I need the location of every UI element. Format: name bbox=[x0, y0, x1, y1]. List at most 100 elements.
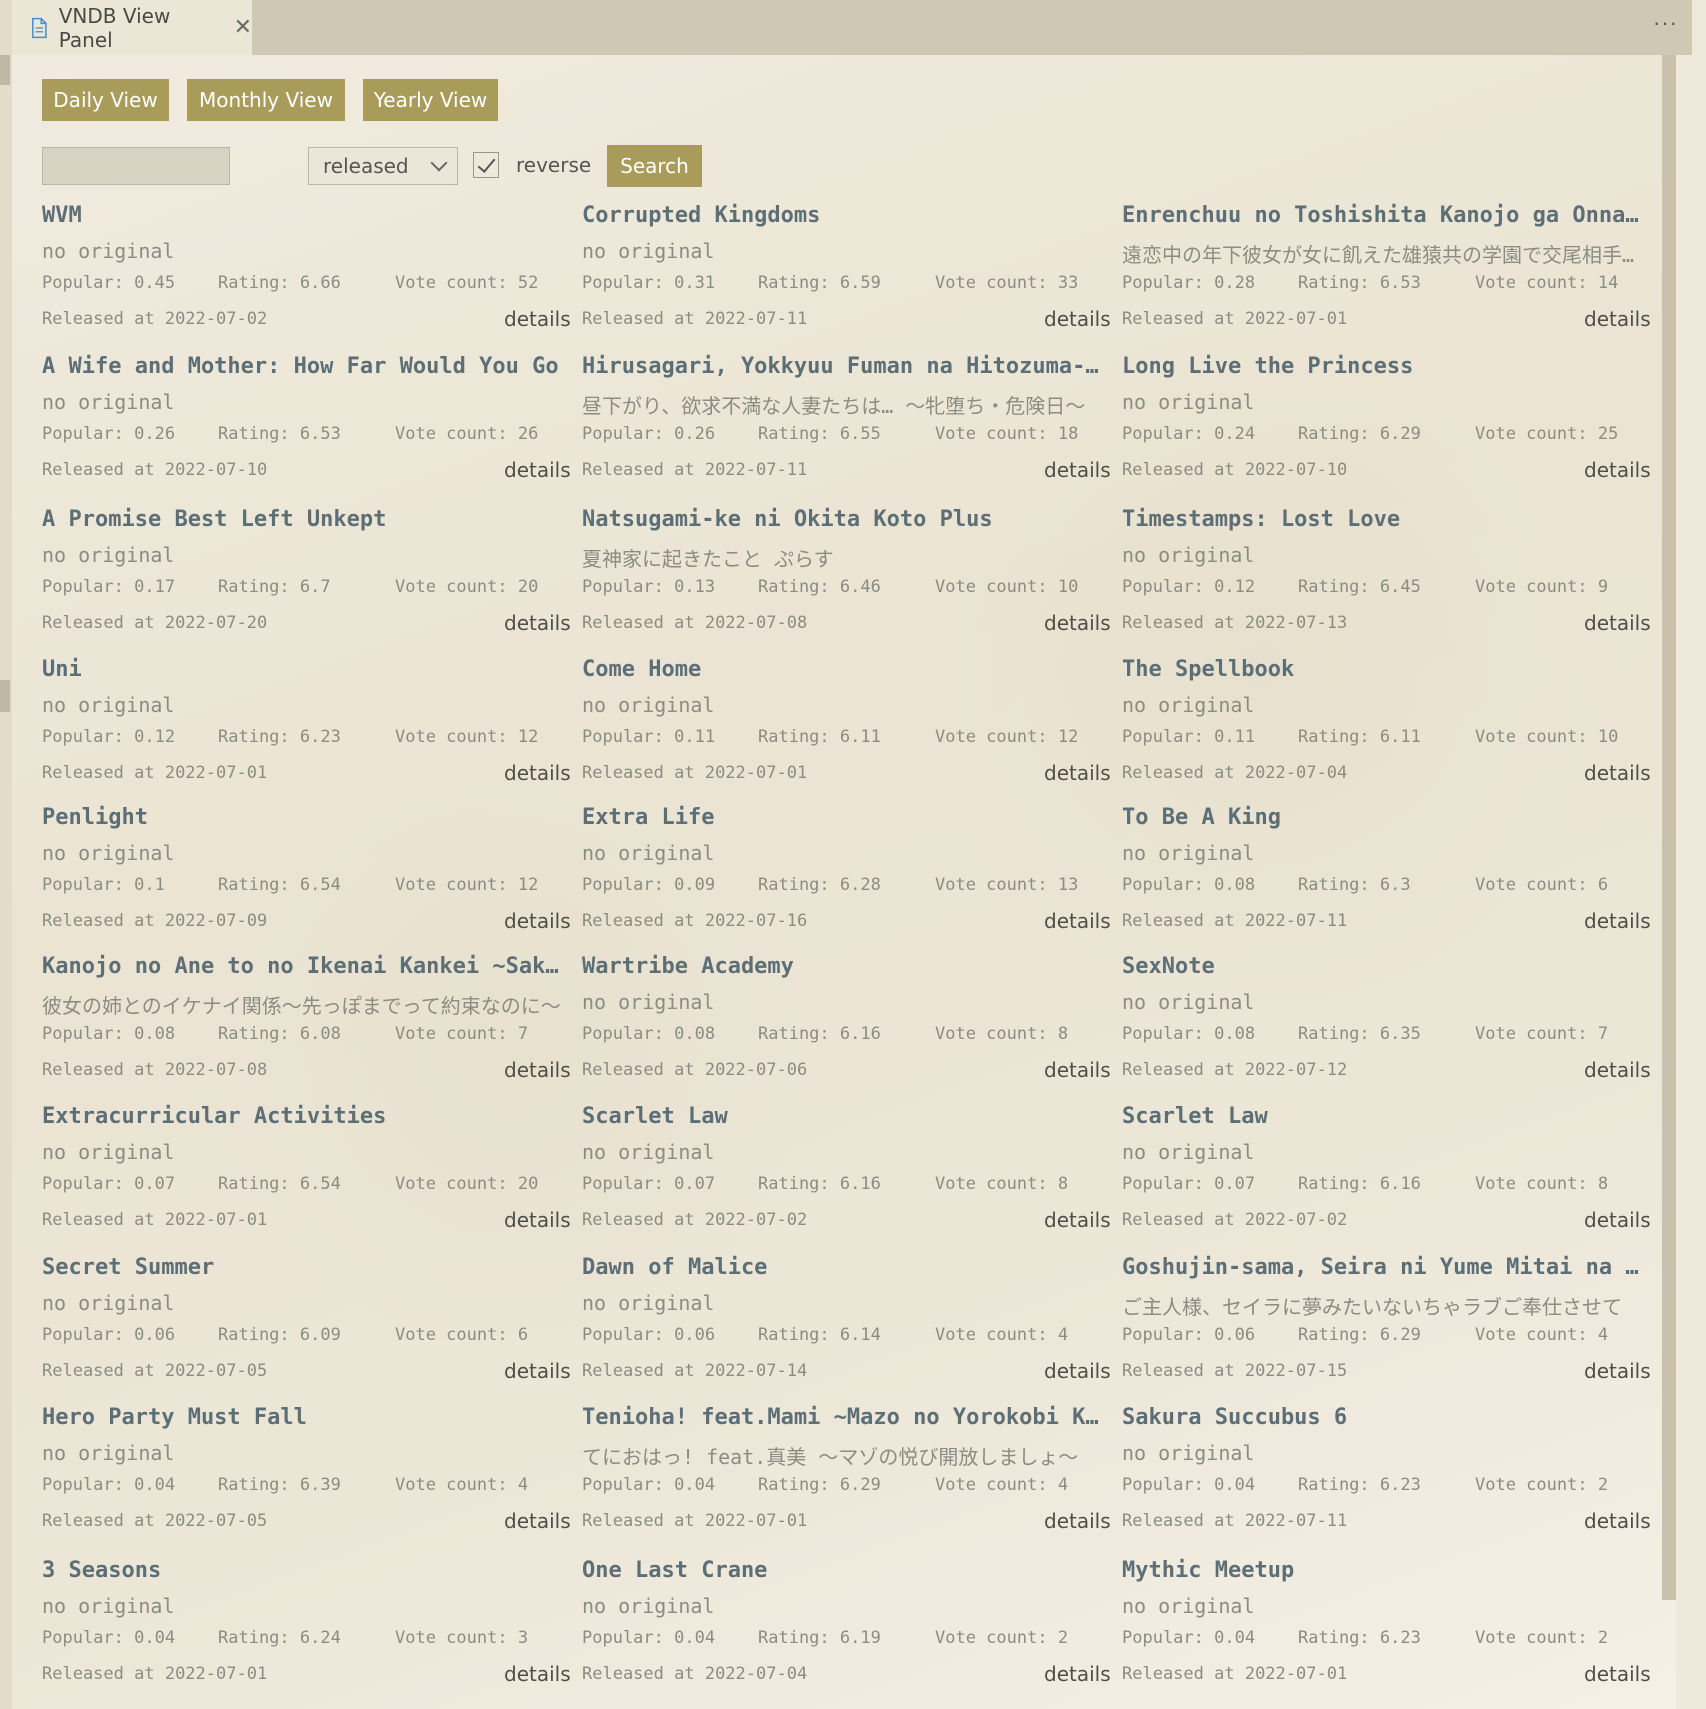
release-date-value: 2022-07-13 bbox=[1244, 613, 1348, 633]
vn-original-title: no original bbox=[1122, 990, 1255, 1014]
daily-view-button[interactable]: Daily View bbox=[42, 79, 169, 121]
close-icon[interactable]: ✕ bbox=[234, 16, 252, 39]
monthly-view-button[interactable]: Monthly View bbox=[187, 79, 345, 121]
vote-count-stat: Vote count: 18 bbox=[935, 424, 1079, 444]
vote-count-stat: Vote count: 2 bbox=[935, 1628, 1069, 1648]
yearly-view-button[interactable]: Yearly View bbox=[363, 79, 498, 121]
details-link[interactable]: details bbox=[1584, 1058, 1651, 1082]
vn-stats: Popular: 0.12 Rating: 6.45 Vote count: 9 bbox=[1122, 577, 1608, 597]
vn-title[interactable]: SexNote bbox=[1122, 954, 1642, 979]
details-link[interactable]: details bbox=[1584, 1359, 1651, 1383]
details-link[interactable]: details bbox=[1584, 458, 1651, 482]
details-link[interactable]: details bbox=[504, 761, 571, 785]
vn-title[interactable]: Long Live the Princess bbox=[1122, 354, 1642, 379]
details-link[interactable]: details bbox=[1044, 1208, 1111, 1232]
details-link[interactable]: details bbox=[1584, 1509, 1651, 1533]
vn-title[interactable]: Enrenchuu no Toshishita Kanojo ga Onna n… bbox=[1122, 203, 1642, 228]
vn-title[interactable]: Extra Life bbox=[582, 805, 1102, 830]
vn-title[interactable]: Extracurricular Activities bbox=[42, 1104, 562, 1129]
details-link[interactable]: details bbox=[504, 307, 571, 331]
vn-title[interactable]: Uni bbox=[42, 657, 562, 682]
vote-count-value: 3 bbox=[517, 1628, 529, 1648]
vn-title[interactable]: Hero Party Must Fall bbox=[42, 1405, 562, 1430]
details-link[interactable]: details bbox=[504, 1359, 571, 1383]
vn-title[interactable]: A Wife and Mother: How Far Would You Go bbox=[42, 354, 562, 379]
details-link[interactable]: details bbox=[1584, 761, 1651, 785]
vn-title[interactable]: WVM bbox=[42, 203, 562, 228]
details-link[interactable]: details bbox=[1044, 307, 1111, 331]
details-link[interactable]: details bbox=[1044, 909, 1111, 933]
rating-stat: Rating: 6.23 bbox=[1298, 1475, 1421, 1495]
vn-original-title: no original bbox=[42, 1291, 175, 1315]
vn-title[interactable]: Tenioha! feat.Mami ~Mazo no Yorokobi Kai… bbox=[582, 1405, 1102, 1430]
popular-stat: Popular: 0.09 bbox=[582, 875, 716, 895]
popular-stat: Popular: 0.26 bbox=[582, 424, 716, 444]
details-link[interactable]: details bbox=[1044, 458, 1111, 482]
vote-count-stat: Vote count: 14 bbox=[1475, 273, 1619, 293]
reverse-checkbox[interactable] bbox=[473, 152, 499, 178]
popular-stat: Popular: 0.04 bbox=[582, 1628, 716, 1648]
rating-value: 6.29 bbox=[1379, 1325, 1421, 1345]
details-link[interactable]: details bbox=[504, 458, 571, 482]
vn-title[interactable]: Sakura Succubus 6 bbox=[1122, 1405, 1642, 1430]
vn-title[interactable]: To Be A King bbox=[1122, 805, 1642, 830]
vn-original-title: no original bbox=[582, 239, 715, 263]
vn-title[interactable]: Penlight bbox=[42, 805, 562, 830]
vn-title[interactable]: Scarlet Law bbox=[1122, 1104, 1642, 1129]
details-link[interactable]: details bbox=[504, 909, 571, 933]
vote-count-value: 10 bbox=[1057, 577, 1079, 597]
vn-title[interactable]: Scarlet Law bbox=[582, 1104, 1102, 1129]
vn-title[interactable]: Secret Summer bbox=[42, 1255, 562, 1280]
release-date: Released at 2022-07-02 bbox=[582, 1210, 808, 1230]
vn-title[interactable]: Corrupted Kingdoms bbox=[582, 203, 1102, 228]
vn-title[interactable]: Hirusagari, Yokkyuu Fuman na Hitozuma-ta… bbox=[582, 354, 1102, 379]
details-link[interactable]: details bbox=[504, 1662, 571, 1686]
details-link[interactable]: details bbox=[1044, 611, 1111, 635]
vn-title[interactable]: Dawn of Malice bbox=[582, 1255, 1102, 1280]
details-link[interactable]: details bbox=[1044, 1359, 1111, 1383]
vn-original-title: no original bbox=[1122, 390, 1255, 414]
vote-count-value: 14 bbox=[1597, 273, 1619, 293]
vn-title[interactable]: Wartribe Academy bbox=[582, 954, 1102, 979]
vn-title[interactable]: 3 Seasons bbox=[42, 1558, 562, 1583]
vote-count-value: 4 bbox=[1057, 1325, 1069, 1345]
details-link[interactable]: details bbox=[504, 1509, 571, 1533]
tab-vndb-view-panel[interactable]: VNDB View Panel ✕ bbox=[12, 0, 252, 55]
rating-stat: Rating: 6.45 bbox=[1298, 577, 1421, 597]
vn-stats: Popular: 0.31 Rating: 6.59 Vote count: 33 bbox=[582, 273, 1078, 293]
details-link[interactable]: details bbox=[1584, 909, 1651, 933]
vn-title[interactable]: Goshujin-sama, Seira ni Yume Mitai na Ic… bbox=[1122, 1255, 1642, 1280]
popular-value: 0.08 bbox=[1214, 1024, 1256, 1044]
rating-stat: Rating: 6.35 bbox=[1298, 1024, 1421, 1044]
vn-title[interactable]: Timestamps: Lost Love bbox=[1122, 507, 1642, 532]
details-link[interactable]: details bbox=[1584, 1662, 1651, 1686]
release-date-value: 2022-07-08 bbox=[704, 613, 808, 633]
more-actions-icon[interactable]: ··· bbox=[1653, 10, 1678, 36]
popular-stat: Popular: 0.07 bbox=[42, 1174, 176, 1194]
search-input[interactable] bbox=[42, 147, 230, 185]
popular-stat: Popular: 0.04 bbox=[1122, 1475, 1256, 1495]
details-link[interactable]: details bbox=[1584, 611, 1651, 635]
details-link[interactable]: details bbox=[1044, 1662, 1111, 1686]
details-link[interactable]: details bbox=[504, 1208, 571, 1232]
details-link[interactable]: details bbox=[504, 1058, 571, 1082]
sort-select[interactable]: released bbox=[308, 147, 458, 185]
details-link[interactable]: details bbox=[1584, 307, 1651, 331]
details-link[interactable]: details bbox=[1044, 1058, 1111, 1082]
details-link[interactable]: details bbox=[1044, 761, 1111, 785]
search-button[interactable]: Search bbox=[607, 145, 702, 187]
vn-title[interactable]: Kanojo no Ane to no Ikenai Kankei ~Sakip… bbox=[42, 954, 562, 979]
vn-title[interactable]: Mythic Meetup bbox=[1122, 1558, 1642, 1583]
vn-title[interactable]: A Promise Best Left Unkept bbox=[42, 507, 562, 532]
details-link[interactable]: details bbox=[1044, 1509, 1111, 1533]
vn-title[interactable]: One Last Crane bbox=[582, 1558, 1102, 1583]
vote-count-stat: Vote count: 2 bbox=[1475, 1628, 1609, 1648]
vn-title[interactable]: Come Home bbox=[582, 657, 1102, 682]
release-date: Released at 2022-07-04 bbox=[1122, 763, 1348, 783]
popular-stat: Popular: 0.06 bbox=[1122, 1325, 1256, 1345]
scrollbar[interactable] bbox=[1662, 55, 1676, 1600]
vn-title[interactable]: The Spellbook bbox=[1122, 657, 1642, 682]
details-link[interactable]: details bbox=[504, 611, 571, 635]
vn-title[interactable]: Natsugami-ke ni Okita Koto Plus bbox=[582, 507, 1102, 532]
details-link[interactable]: details bbox=[1584, 1208, 1651, 1232]
